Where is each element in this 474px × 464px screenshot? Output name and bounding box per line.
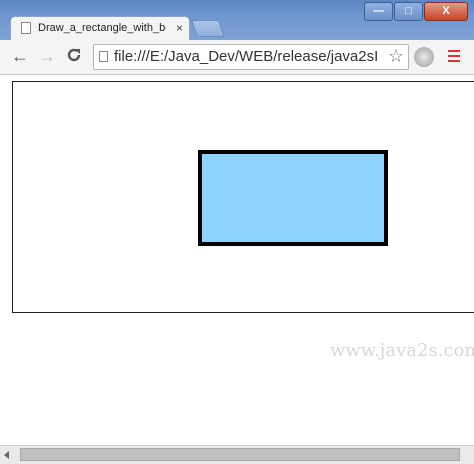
url-text[interactable]: file:///E:/Java_Dev/WEB/release/java2sID… [114, 48, 379, 65]
toolbar: ← → file:///E:/Java_Dev/WEB/release/java… [0, 40, 474, 75]
tab-close-icon[interactable]: × [176, 21, 183, 35]
page-favicon-icon [21, 22, 31, 34]
address-bar[interactable]: file:///E:/Java_Dev/WEB/release/java2sID… [93, 44, 409, 70]
forward-icon[interactable]: → [38, 46, 56, 66]
watermark: www.java2s.com [330, 340, 474, 361]
canvas [12, 81, 474, 313]
tab-active[interactable]: Draw_a_rectangle_with_bc × [10, 16, 190, 41]
extension-icon[interactable] [414, 47, 434, 67]
menu-icon[interactable] [448, 50, 460, 65]
horizontal-scrollbar[interactable] [0, 445, 474, 464]
scroll-thumb[interactable] [20, 448, 460, 461]
window-controls: — □ X [363, 2, 468, 21]
browser-window: — □ X Draw_a_rectangle_with_bc × ← → fil… [0, 0, 474, 464]
scroll-left-icon[interactable] [4, 451, 9, 459]
minimize-button[interactable]: — [364, 2, 393, 21]
bookmark-star-icon[interactable]: ☆ [388, 46, 404, 67]
close-window-button[interactable]: X [424, 2, 468, 21]
rectangle-shape [198, 150, 388, 246]
reload-icon[interactable] [65, 46, 83, 68]
page-viewport [0, 75, 474, 445]
back-icon[interactable]: ← [11, 46, 29, 66]
new-tab-button[interactable] [190, 20, 226, 37]
page-icon [99, 51, 108, 62]
maximize-button[interactable]: □ [394, 2, 423, 21]
title-bar: — □ X Draw_a_rectangle_with_bc × [0, 0, 474, 41]
tab-title: Draw_a_rectangle_with_bc [38, 22, 166, 34]
